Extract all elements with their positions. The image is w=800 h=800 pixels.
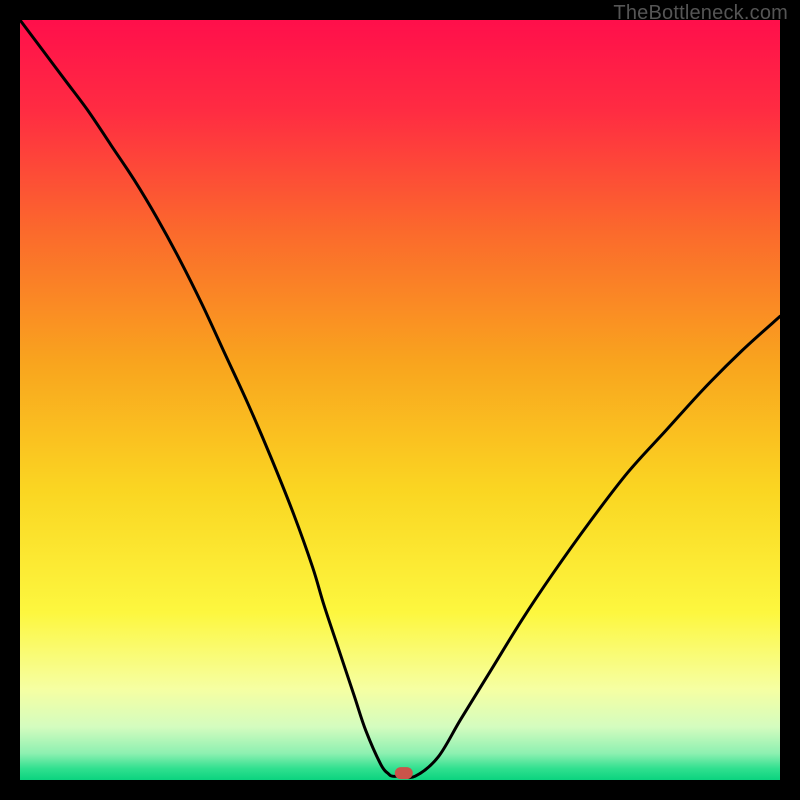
plot-area [20,20,780,780]
chart-frame: TheBottleneck.com [0,0,800,800]
watermark-label: TheBottleneck.com [613,2,788,25]
bottleneck-chart [20,20,780,780]
optimal-marker [395,767,413,779]
gradient-background [20,20,780,780]
